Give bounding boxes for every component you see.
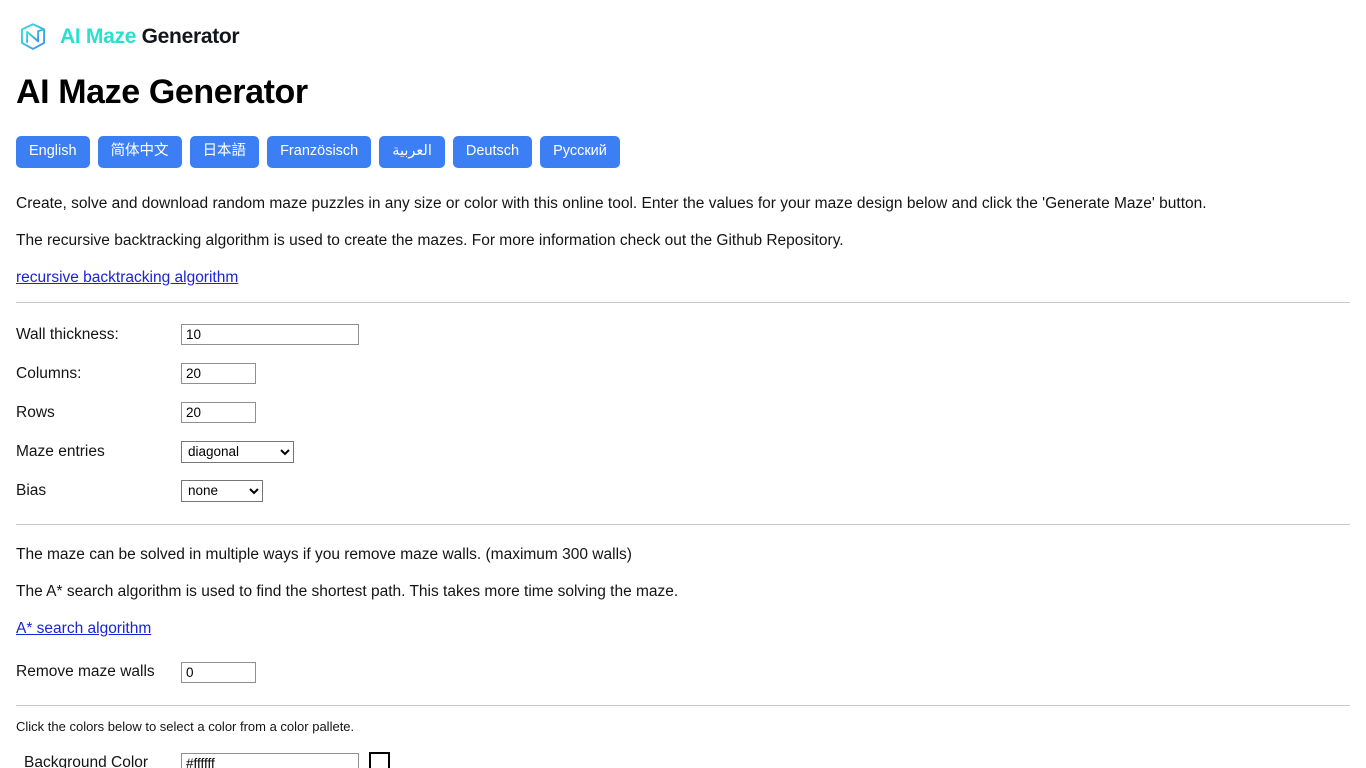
background-color-swatch[interactable] xyxy=(369,751,390,768)
lang-button-french[interactable]: Französisch xyxy=(267,136,372,168)
label-remove-maze-walls: Remove maze walls xyxy=(16,663,155,680)
bias-select[interactable]: none xyxy=(181,479,263,502)
columns-input[interactable] xyxy=(181,363,256,384)
lang-button-russian[interactable]: Русский xyxy=(540,136,620,168)
row-maze-entries: Maze entries diagonal xyxy=(0,432,1366,471)
solver-section: The maze can be solved in multiple ways … xyxy=(0,545,1366,691)
label-wall-thickness: Wall thickness: xyxy=(16,325,119,343)
row-rows: Rows xyxy=(0,393,1366,432)
divider-settings-top xyxy=(16,302,1350,303)
maze-settings-form: Wall thickness: Columns: Rows Maze entri… xyxy=(0,315,1366,510)
label-bias: Bias xyxy=(16,481,47,499)
background-color-input[interactable] xyxy=(181,752,359,768)
row-bias: Bias none xyxy=(0,471,1366,510)
maze-cube-logo-icon xyxy=(21,23,45,50)
brand-text-dark: Generator xyxy=(141,25,240,48)
label-maze-entries: Maze entries xyxy=(16,442,105,460)
row-columns: Columns: xyxy=(0,354,1366,393)
label-columns: Columns: xyxy=(16,364,82,382)
remove-maze-walls-input[interactable] xyxy=(181,661,256,683)
lang-button-japanese[interactable]: 日本語 xyxy=(189,136,260,168)
brand-text-accent: AI Maze xyxy=(60,25,137,48)
brand-wordmark: AI Maze Generator xyxy=(60,25,240,49)
label-rows: Rows xyxy=(16,403,55,421)
lang-button-arabic[interactable]: العربية xyxy=(379,136,445,168)
lang-button-chinese[interactable]: 简体中文 xyxy=(97,136,182,168)
divider-solver-top xyxy=(16,524,1350,525)
intro-paragraph-1: Create, solve and download random maze p… xyxy=(16,195,1207,212)
lang-button-german[interactable]: Deutsch xyxy=(452,136,533,168)
row-background-color: Background Color xyxy=(0,744,1366,768)
divider-colors-top xyxy=(16,705,1350,706)
row-wall-thickness: Wall thickness: xyxy=(0,315,1366,354)
intro-paragraph-2: The recursive backtracking algorithm is … xyxy=(16,232,844,249)
wall-thickness-input[interactable] xyxy=(181,324,359,345)
brand-header: AI Maze Generator xyxy=(0,0,1366,56)
rows-input[interactable] xyxy=(181,402,256,423)
colors-section: Click the colors below to select a color… xyxy=(0,718,1366,768)
astar-search-link[interactable]: A* search algorithm xyxy=(16,619,151,639)
maze-entries-select[interactable]: diagonal xyxy=(181,440,294,463)
label-background-color: Background Color xyxy=(24,754,149,768)
recursive-backtracking-link[interactable]: recursive backtracking algorithm xyxy=(16,268,238,288)
colors-hint-text: Click the colors below to select a color… xyxy=(16,719,355,734)
language-button-bar: English 简体中文 日本語 Französisch العربية Deu… xyxy=(16,136,1366,168)
lang-button-english[interactable]: English xyxy=(16,136,90,168)
page-title: AI Maze Generator xyxy=(16,73,308,111)
solver-paragraph-2: The A* search algorithm is used to find … xyxy=(16,583,679,600)
solver-paragraph-1: The maze can be solved in multiple ways … xyxy=(16,546,632,563)
row-remove-maze-walls: Remove maze walls xyxy=(0,653,1366,691)
